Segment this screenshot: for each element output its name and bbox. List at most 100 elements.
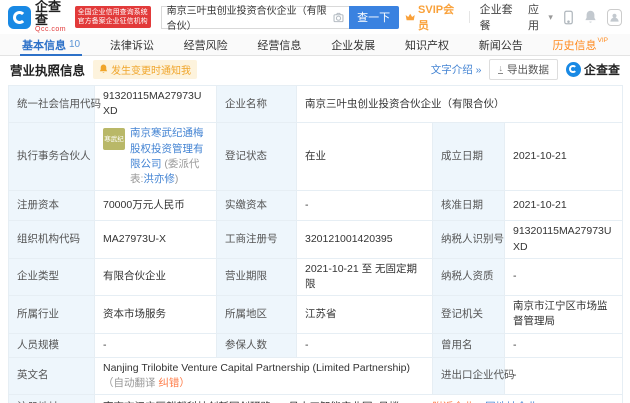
tab-operating-risk[interactable]: 经营风险	[178, 34, 234, 55]
business-license-table: 统一社会信用代码 91320115MA27973UXD 企业名称 南京三叶虫创业…	[8, 84, 624, 403]
badge-line1: 全国企业信用查询系统	[77, 8, 148, 16]
table-row: 组织机构代码 MA27973U-X 工商注册号 320121001420395 …	[8, 220, 624, 259]
notify-bell-icon	[99, 64, 108, 74]
delegate-link[interactable]: 洪亦修	[143, 173, 175, 185]
download-icon: ↓	[498, 63, 503, 74]
field-label: 成立日期	[432, 122, 505, 192]
search-bar: 南京三叶虫创业投资合伙企业（有限合伙） 查一下	[160, 5, 399, 32]
business-reg-number-value: 320121001420395	[296, 220, 433, 259]
apps-menu[interactable]: 应用 ▾	[528, 1, 553, 33]
table-row: 人员规模 - 参保人数 - 曾用名 -	[8, 332, 624, 358]
field-label: 登记机关	[432, 295, 505, 334]
company-name-value: 南京三叶虫创业投资合伙企业（有限合伙）	[295, 84, 624, 124]
field-label: 所属行业	[8, 295, 95, 334]
notification-bell-icon[interactable]	[584, 10, 597, 24]
export-data-button[interactable]: ↓ 导出数据	[489, 58, 558, 80]
tab-business-info[interactable]: 经营信息	[251, 34, 307, 55]
search-button[interactable]: 查一下	[348, 5, 399, 29]
notify-label: 发生变更时通知我	[111, 65, 192, 77]
package-link[interactable]: 企业套餐	[480, 1, 518, 33]
notify-on-change-button[interactable]: 发生变更时通知我	[93, 59, 198, 79]
text-intro-link[interactable]: 文字介绍 »	[431, 62, 482, 77]
section-actions: 文字介绍 » ↓ 导出数据 企查查	[431, 58, 620, 80]
tab-label: 法律诉讼	[109, 39, 154, 52]
field-label: 纳税人识别号	[432, 220, 505, 259]
field-label: 实缴资本	[216, 190, 297, 222]
section-header: 营业执照信息 发生变更时通知我 文字介绍 » ↓ 导出数据 企查查	[0, 56, 630, 82]
field-label: 参保人数	[216, 332, 297, 358]
qcc-watermark-text: 企查查	[583, 62, 620, 77]
camera-icon[interactable]	[333, 12, 344, 23]
field-label: 进出口企业代码	[432, 356, 515, 396]
field-label: 纳税人资质	[432, 257, 505, 297]
tab-basic-info[interactable]: 基本信息 10	[16, 34, 86, 56]
auto-translate-note: （自动翻译	[103, 376, 156, 389]
tab-label: 新闻公告	[478, 39, 523, 52]
former-name-value: -	[503, 332, 624, 358]
section-title: 营业执照信息	[10, 63, 86, 78]
badge-line2: 官方备案企业征信机构	[77, 18, 148, 25]
apps-label: 应用	[528, 4, 540, 32]
crown-icon	[405, 13, 415, 21]
field-label: 登记状态	[216, 122, 297, 192]
taxpayer-quality-value: -	[503, 257, 624, 297]
certification-badge: 全国企业信用查询系统 官方备案企业征信机构	[74, 5, 151, 29]
company-nav-tabs: 基本信息 10 法律诉讼 经营风险 经营信息 企业发展 知识产权 新闻公告 历史…	[0, 34, 630, 56]
tab-intellectual-property[interactable]: 知识产权	[399, 34, 455, 55]
company-type-value: 有限合伙企业	[94, 257, 217, 297]
english-name-cell: Nanjing Trilobite Venture Capital Partne…	[94, 356, 433, 396]
table-row: 所属行业 资本市场服务 所属地区 江苏省 登记机关 南京市江宁区市场监督管理局	[8, 295, 624, 334]
tab-label: 知识产权	[404, 39, 449, 52]
approval-date-value: 2021-10-21	[503, 190, 624, 222]
table-row: 统一社会信用代码 91320115MA27973UXD 企业名称 南京三叶虫创业…	[8, 84, 624, 124]
tab-label: 经营信息	[257, 39, 302, 52]
search-value: 南京三叶虫创业投资合伙企业（有限合伙）	[166, 6, 327, 32]
field-label: 企业类型	[8, 257, 95, 297]
registration-status-value: 在业	[296, 122, 433, 192]
field-label: 注册地址	[8, 394, 95, 403]
english-name-value: Nanjing Trilobite Venture Capital Partne…	[103, 361, 410, 374]
correct-link[interactable]: 纠错）	[158, 377, 190, 389]
tab-label: 经营风险	[183, 39, 228, 52]
tab-history-info[interactable]: 历史信息 VIP	[546, 34, 613, 55]
qcc-logo[interactable]: 企查查 Qcc.com	[8, 0, 69, 34]
org-code-value: MA27973U-X	[94, 220, 217, 259]
vip-badge: VIP	[597, 37, 608, 44]
field-label: 曾用名	[432, 332, 505, 358]
tab-label: 企业发展	[331, 39, 376, 52]
avatar[interactable]	[606, 8, 622, 26]
qcc-watermark: 企查查	[565, 61, 620, 78]
paid-capital-value: -	[296, 190, 433, 222]
field-label: 组织机构代码	[8, 220, 95, 259]
taxpayer-id-value: 91320115MA27973UXD	[503, 220, 624, 259]
field-label: 人员规模	[8, 332, 95, 358]
svip-link[interactable]: SVIP会员	[405, 1, 459, 33]
tab-news-announcements[interactable]: 新闻公告	[473, 34, 529, 55]
field-label: 注册资本	[8, 190, 95, 222]
field-label: 英文名	[8, 356, 95, 396]
tab-count: 10	[69, 39, 81, 50]
executive-partner-cell: 寒武纪 南京寒武纪通梅股权投资管理有限公司 (委派代表:洪亦修)	[94, 122, 217, 192]
qcc-watermark-icon	[565, 61, 581, 77]
qcc-logo-icon	[8, 5, 31, 29]
tab-company-development[interactable]: 企业发展	[325, 34, 381, 55]
business-term-value: 2021-10-21 至 无固定期限	[296, 257, 433, 297]
field-label: 工商注册号	[216, 220, 297, 259]
tab-legal-proceedings[interactable]: 法律诉讼	[104, 34, 160, 55]
svip-label: SVIP会员	[418, 4, 455, 32]
registered-capital-value: 70000万元人民币	[94, 190, 217, 222]
table-row: 企业类型 有限合伙企业 营业期限 2021-10-21 至 无固定期限 纳税人资…	[8, 257, 624, 297]
import-export-code-value: -	[503, 356, 624, 396]
staff-size-value: -	[94, 332, 217, 358]
divider	[468, 11, 470, 23]
qcc-logo-subtext: Qcc.com	[35, 25, 67, 33]
region-value: 江苏省	[296, 295, 433, 334]
tab-label: 基本信息	[22, 39, 66, 52]
insured-count-value: -	[296, 332, 433, 358]
table-row: 注册资本 70000万元人民币 实缴资本 - 核准日期 2021-10-21	[8, 190, 624, 222]
header-right: SVIP会员 企业套餐 应用 ▾	[405, 1, 622, 33]
qcc-logo-text: 企查查	[35, 0, 62, 27]
top-header: 企查查 Qcc.com 全国企业信用查询系统 官方备案企业征信机构 南京三叶虫创…	[0, 0, 630, 34]
search-input[interactable]: 南京三叶虫创业投资合伙企业（有限合伙）	[160, 5, 349, 32]
mobile-app-icon[interactable]	[563, 10, 574, 25]
